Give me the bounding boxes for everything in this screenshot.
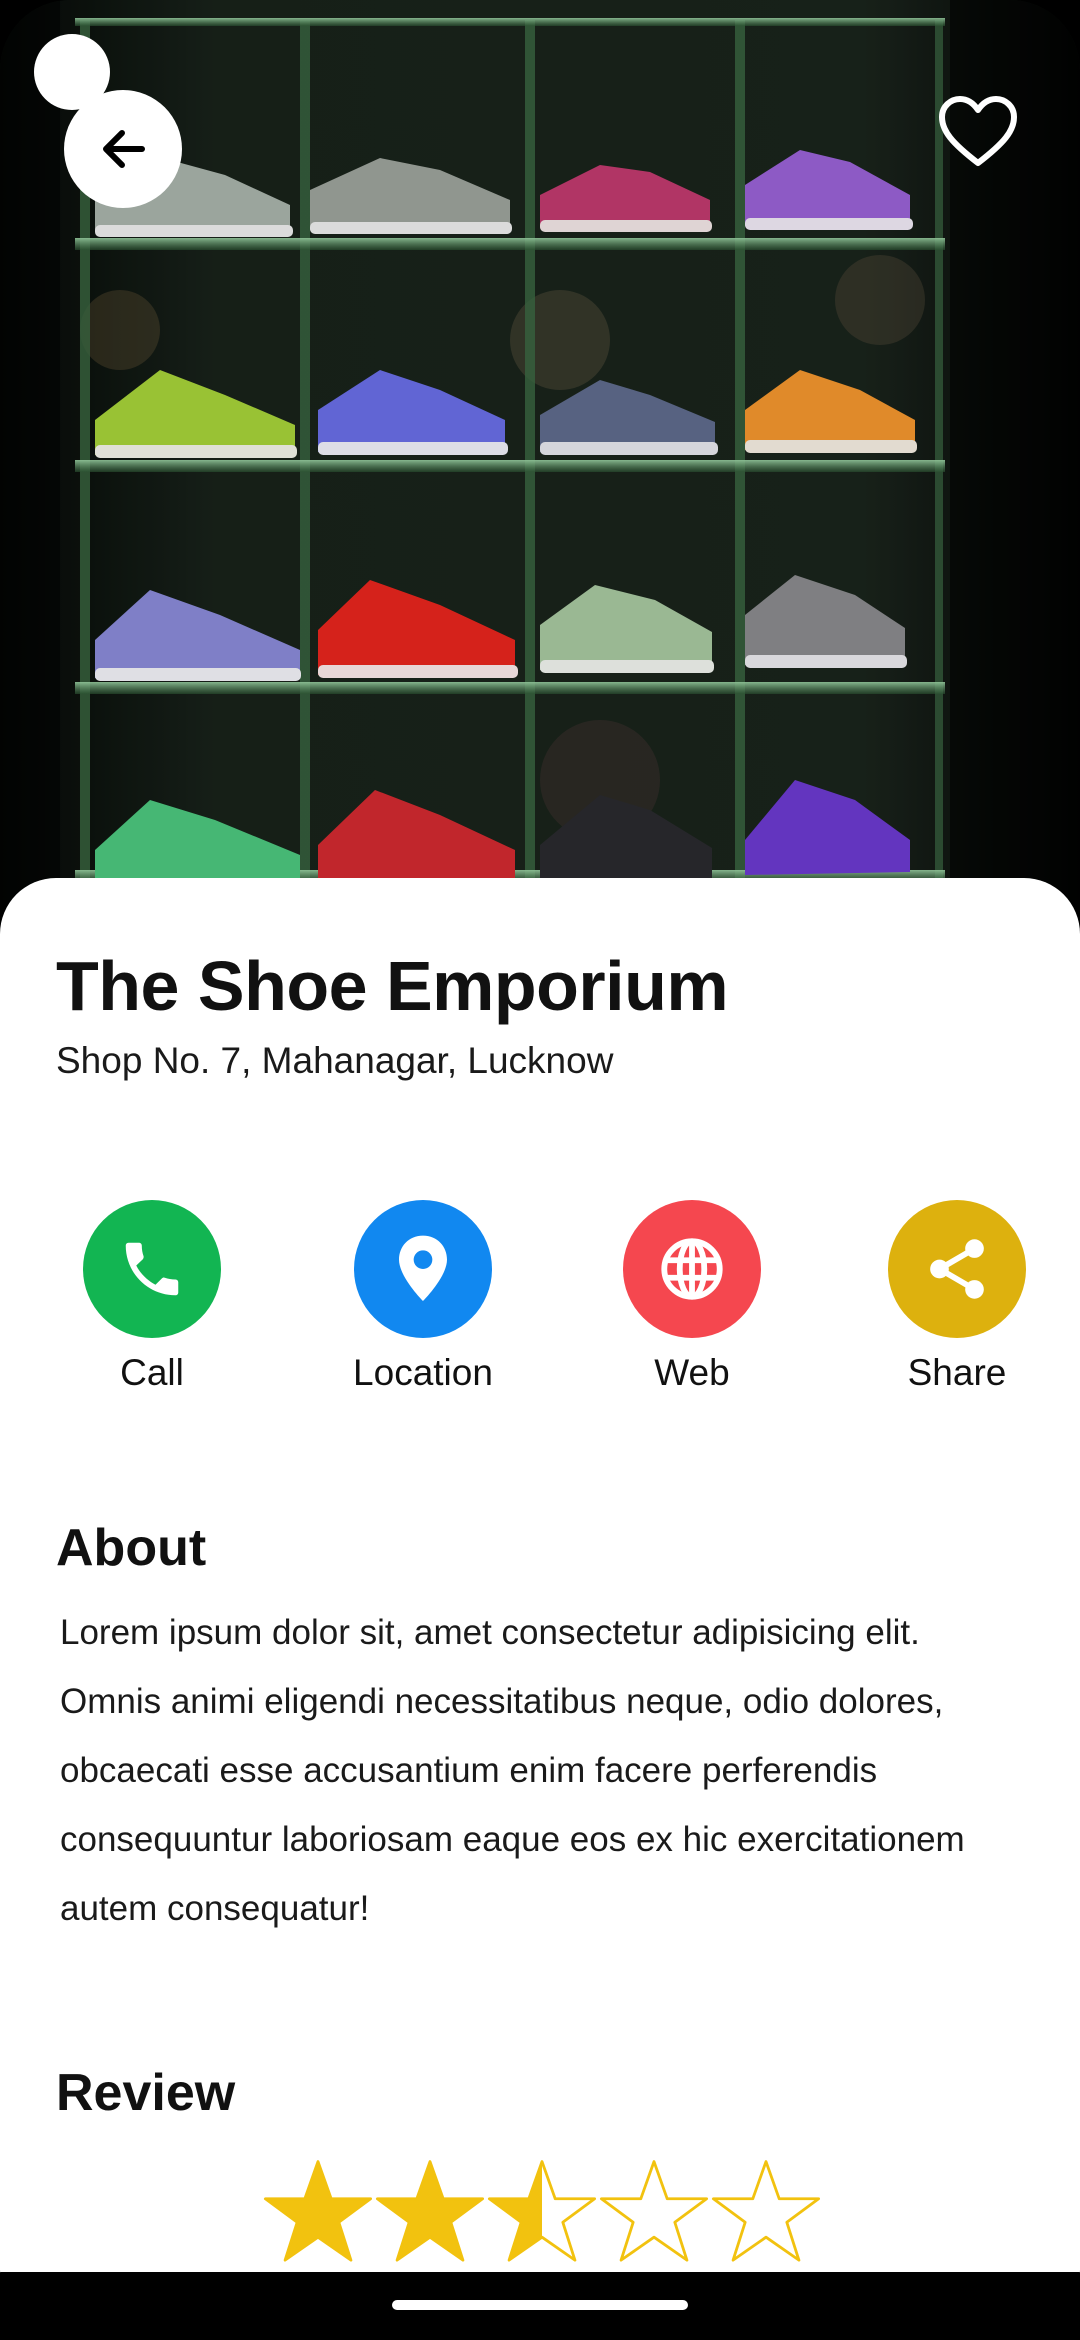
call-button[interactable]: Call <box>42 1200 262 1394</box>
shop-name: The Shoe Emporium <box>56 947 729 1025</box>
star-empty-icon[interactable] <box>710 2156 822 2268</box>
globe-icon <box>661 1238 723 1300</box>
star-rating[interactable] <box>262 2156 822 2268</box>
star-empty-icon[interactable] <box>598 2156 710 2268</box>
home-indicator[interactable] <box>392 2300 688 2310</box>
arrow-left-icon <box>103 130 145 168</box>
share-icon <box>930 1239 984 1299</box>
share-label: Share <box>907 1352 1007 1393</box>
location-label: Location <box>353 1352 493 1393</box>
web-button[interactable]: Web <box>582 1200 802 1394</box>
about-heading: About <box>56 1519 207 1577</box>
share-circle <box>888 1200 1026 1338</box>
star-half-icon[interactable] <box>486 2156 598 2268</box>
share-button[interactable]: Share <box>847 1200 1067 1394</box>
favorite-button[interactable] <box>930 84 1026 180</box>
map-pin-icon <box>399 1235 447 1301</box>
location-button[interactable]: Location <box>313 1200 533 1394</box>
action-buttons: Call Location Web Share <box>0 1200 1080 1420</box>
location-circle <box>354 1200 492 1338</box>
hero-image <box>0 0 1080 900</box>
shop-details-card: The Shoe Emporium Shop No. 7, Mahanagar,… <box>0 878 1080 2273</box>
phone-icon <box>125 1242 179 1296</box>
call-circle <box>83 1200 221 1338</box>
star-filled-icon[interactable] <box>262 2156 374 2268</box>
star-filled-icon[interactable] <box>374 2156 486 2268</box>
shop-address: Shop No. 7, Mahanagar, Lucknow <box>56 1040 614 1081</box>
review-heading: Review <box>56 2064 236 2122</box>
app-screen: The Shoe Emporium Shop No. 7, Mahanagar,… <box>0 0 1080 2340</box>
web-circle <box>623 1200 761 1338</box>
back-button[interactable] <box>64 90 182 208</box>
about-text: Lorem ipsum dolor sit, amet consectetur … <box>60 1613 965 1928</box>
heart-outline-icon <box>939 96 1017 166</box>
web-label: Web <box>654 1352 730 1393</box>
call-label: Call <box>120 1352 184 1393</box>
